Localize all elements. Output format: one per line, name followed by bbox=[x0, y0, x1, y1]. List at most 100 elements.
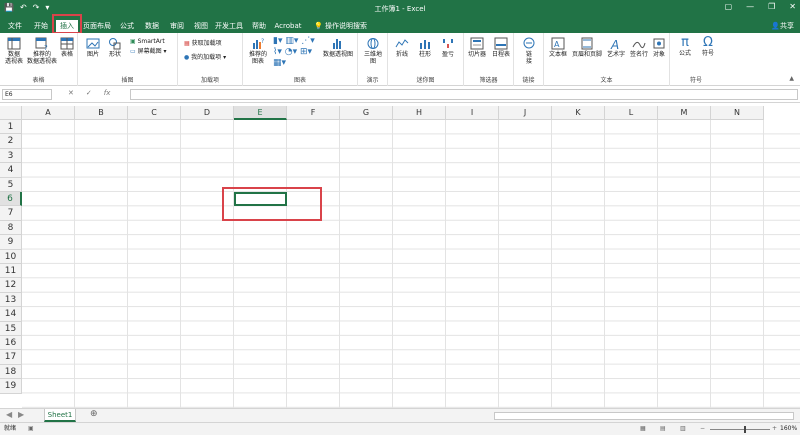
tab-formulas[interactable]: 公式 bbox=[116, 20, 138, 33]
column-header-a[interactable]: A bbox=[22, 106, 75, 120]
get-addins-button[interactable]: ▦ 获取加载项 bbox=[184, 40, 222, 48]
row-header-13[interactable]: 13 bbox=[0, 292, 22, 308]
row-header-6[interactable]: 6 bbox=[0, 192, 22, 207]
row-header-12[interactable]: 12 bbox=[0, 278, 22, 293]
zoom-out-icon[interactable]: − bbox=[700, 423, 705, 435]
enter-icon[interactable]: ✓ bbox=[86, 89, 92, 97]
row-header-3[interactable]: 3 bbox=[0, 148, 22, 164]
row-header-8[interactable]: 8 bbox=[0, 220, 22, 236]
sparkline-column-button[interactable]: 柱形 bbox=[415, 37, 435, 58]
close-icon[interactable]: ✕ bbox=[789, 2, 796, 11]
insert-function-icon[interactable]: fx bbox=[104, 89, 111, 97]
macro-record-icon[interactable]: ▣ bbox=[28, 423, 34, 435]
column-header-c[interactable]: C bbox=[128, 106, 181, 120]
column-header-m[interactable]: M bbox=[658, 106, 711, 120]
column-header-n[interactable]: N bbox=[711, 106, 764, 120]
page-break-view-icon[interactable]: ▥ bbox=[680, 423, 686, 435]
collapse-ribbon-icon[interactable]: ▲ bbox=[789, 75, 794, 83]
column-header-i[interactable]: I bbox=[446, 106, 499, 120]
tell-me-search[interactable]: 💡 操作说明搜索 bbox=[314, 20, 367, 32]
slicer-button[interactable]: 切片器 bbox=[466, 37, 488, 58]
row-header-7[interactable]: 7 bbox=[0, 206, 22, 221]
column-header-l[interactable]: L bbox=[605, 106, 658, 120]
sparkline-line-button[interactable]: 折线 bbox=[392, 37, 412, 58]
column-chart-icon[interactable]: ▮▾ ▥▾ ⋰▾ bbox=[273, 37, 315, 46]
recommended-charts-button[interactable]: ? 推荐的 图表 bbox=[247, 37, 269, 65]
symbol-button[interactable]: Ω 符号 bbox=[697, 35, 719, 57]
cancel-icon[interactable]: ✕ bbox=[68, 89, 74, 97]
tab-home[interactable]: 开始 bbox=[30, 20, 52, 33]
combo-chart-icon[interactable]: ▦▾ bbox=[273, 59, 286, 68]
column-header-e[interactable]: E bbox=[234, 106, 287, 120]
pivot-table-button[interactable]: 数据 透视表 bbox=[3, 37, 25, 65]
shapes-button[interactable]: 形状 bbox=[106, 37, 124, 58]
column-header-f[interactable]: F bbox=[287, 106, 340, 120]
minimize-icon[interactable]: — bbox=[746, 2, 754, 11]
3d-map-button[interactable]: 三维地 图 bbox=[361, 37, 385, 65]
row-header-2[interactable]: 2 bbox=[0, 134, 22, 149]
signature-line-button[interactable]: 签名行 bbox=[628, 37, 650, 58]
row-header-16[interactable]: 16 bbox=[0, 336, 22, 351]
line-chart-icon[interactable]: ⌇▾ ◔▾ ⊞▾ bbox=[273, 48, 312, 57]
tab-file[interactable]: 文件 bbox=[4, 20, 26, 33]
row-header-14[interactable]: 14 bbox=[0, 307, 22, 322]
wordart-button[interactable]: A 艺术字 bbox=[605, 37, 627, 58]
column-header-g[interactable]: G bbox=[340, 106, 393, 120]
my-addins-button[interactable]: ● 我的加载项 ▾ bbox=[184, 54, 226, 62]
horizontal-scrollbar[interactable] bbox=[494, 412, 794, 420]
column-header-j[interactable]: J bbox=[499, 106, 552, 120]
add-sheet-icon[interactable]: ⊕ bbox=[90, 409, 98, 419]
recommended-pivot-button[interactable]: ? 推荐的 数据透视表 bbox=[27, 37, 57, 65]
row-header-15[interactable]: 15 bbox=[0, 321, 22, 336]
tab-acrobat[interactable]: Acrobat bbox=[272, 20, 304, 33]
zoom-slider[interactable] bbox=[710, 429, 770, 430]
select-all-corner[interactable] bbox=[0, 106, 22, 120]
tab-page-layout[interactable]: 页面布局 bbox=[82, 20, 112, 33]
object-button[interactable]: 对象 bbox=[650, 37, 668, 58]
row-header-17[interactable]: 17 bbox=[0, 350, 22, 365]
column-header-d[interactable]: D bbox=[181, 106, 234, 120]
cell-area[interactable] bbox=[22, 120, 800, 408]
row-header-11[interactable]: 11 bbox=[0, 264, 22, 279]
formula-input[interactable] bbox=[130, 89, 798, 100]
link-button[interactable]: 链 接 bbox=[519, 37, 539, 65]
row-header-18[interactable]: 18 bbox=[0, 364, 22, 380]
zoom-slider-thumb[interactable] bbox=[744, 426, 746, 433]
pictures-button[interactable]: 图片 bbox=[84, 37, 102, 58]
sparkline-winloss-button[interactable]: 盈亏 bbox=[438, 37, 458, 58]
timeline-button[interactable]: 日程表 bbox=[490, 37, 512, 58]
group-symbols: π 公式 Ω 符号 符号 bbox=[670, 33, 722, 86]
column-header-h[interactable]: H bbox=[393, 106, 446, 120]
column-header-b[interactable]: B bbox=[75, 106, 128, 120]
zoom-level[interactable]: 160% bbox=[780, 423, 797, 435]
tab-view[interactable]: 视图 bbox=[190, 20, 212, 33]
table-button[interactable]: 表格 bbox=[58, 37, 76, 58]
screenshot-button[interactable]: ▭ 屏幕截图 ▾ bbox=[130, 48, 167, 56]
ribbon-options-icon[interactable]: ▢ bbox=[725, 2, 733, 11]
sheet-tab[interactable]: Sheet1 bbox=[44, 409, 76, 422]
row-header-5[interactable]: 5 bbox=[0, 177, 22, 192]
tab-review[interactable]: 审阅 bbox=[166, 20, 188, 33]
row-header-19[interactable]: 19 bbox=[0, 379, 22, 394]
share-button[interactable]: 👤共享 bbox=[771, 20, 794, 32]
sheet-nav-prev-icon[interactable]: ◀ bbox=[6, 410, 12, 419]
equation-button[interactable]: π 公式 bbox=[674, 35, 696, 57]
zoom-in-icon[interactable]: + bbox=[772, 423, 777, 435]
tab-help[interactable]: 帮助 bbox=[248, 20, 270, 33]
column-header-k[interactable]: K bbox=[552, 106, 605, 120]
textbox-button[interactable]: A 文本框 bbox=[547, 37, 569, 58]
page-layout-view-icon[interactable]: ▤ bbox=[660, 423, 666, 435]
row-header-9[interactable]: 9 bbox=[0, 235, 22, 250]
name-box[interactable]: E6 bbox=[2, 89, 52, 100]
normal-view-icon[interactable]: ▦ bbox=[640, 423, 646, 435]
tab-data[interactable]: 数据 bbox=[141, 20, 163, 33]
restore-icon[interactable]: ❐ bbox=[768, 2, 775, 11]
row-header-1[interactable]: 1 bbox=[0, 120, 22, 135]
header-footer-button[interactable]: 页眉和页脚 bbox=[570, 37, 604, 58]
pivot-chart-button[interactable]: 数据透视图 bbox=[321, 37, 355, 58]
sheet-nav-next-icon[interactable]: ▶ bbox=[18, 410, 24, 419]
smartart-button[interactable]: ▣ SmartArt bbox=[130, 38, 165, 46]
row-header-10[interactable]: 10 bbox=[0, 249, 22, 264]
tab-developer[interactable]: 开发工具 bbox=[214, 20, 244, 33]
row-header-4[interactable]: 4 bbox=[0, 163, 22, 178]
